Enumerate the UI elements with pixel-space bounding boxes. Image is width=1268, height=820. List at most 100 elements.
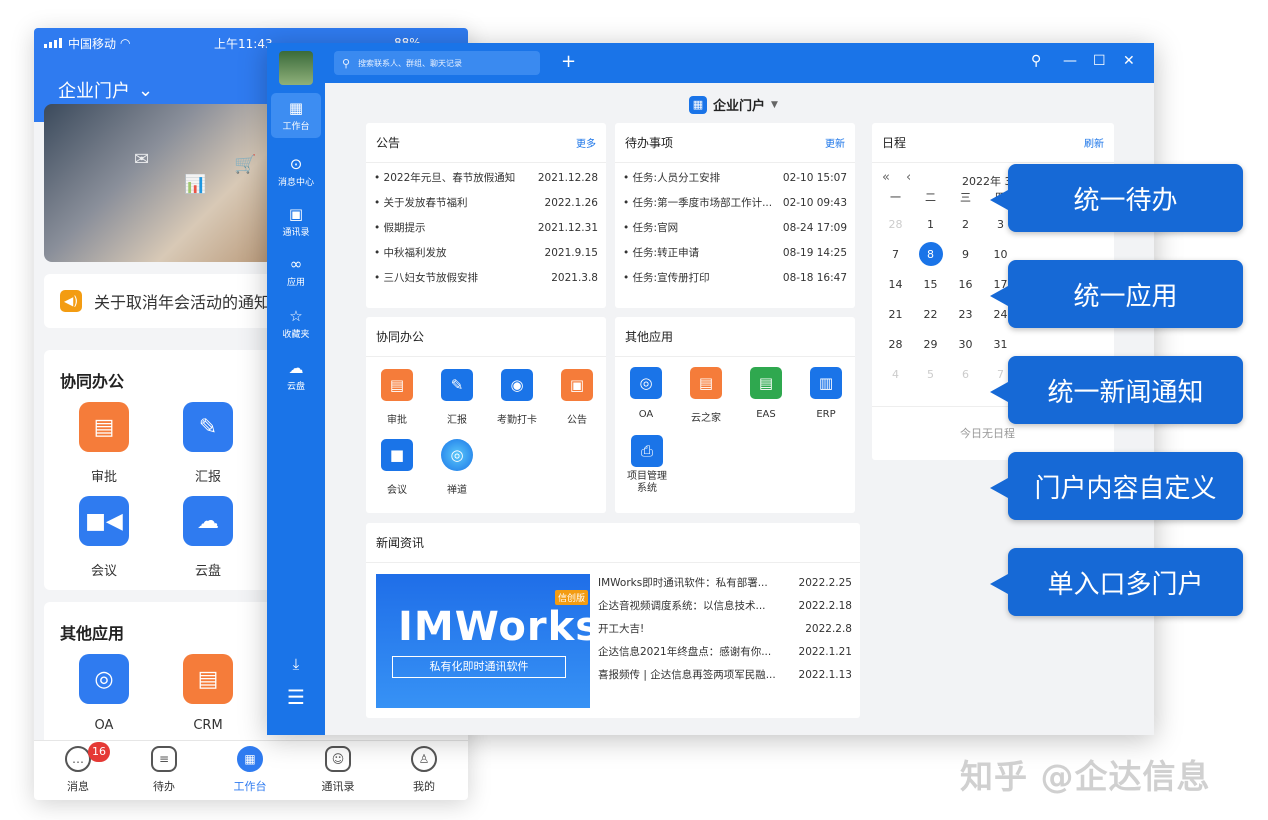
close-button[interactable]: ✕ — [1123, 53, 1135, 69]
banner-image[interactable]: 📊 ✉ 🛒 — [44, 104, 274, 262]
calendar-day[interactable]: 29 — [913, 338, 948, 351]
sidebar-item-favorites[interactable]: ☆ 收藏夹 — [271, 307, 321, 340]
add-button[interactable]: + — [561, 51, 576, 72]
update-link[interactable]: 更新 — [825, 135, 845, 150]
todo-item[interactable]: • 任务:人员分工安排 02-10 15:07 — [615, 165, 855, 190]
announcement-item[interactable]: • 三八妇女节放假安排 2021.3.8 — [366, 265, 606, 290]
calendar-day[interactable]: 2 — [948, 218, 983, 231]
calendar-day[interactable]: 28 — [878, 338, 913, 351]
calendar-day[interactable]: 14 — [878, 278, 913, 291]
clock: 上午11:43 — [214, 36, 273, 51]
panel-title: 协同办公 — [376, 330, 425, 344]
news-item[interactable]: IMWorks即时通讯软件：私有部署... 2022.2.25 — [594, 571, 856, 594]
app-approval[interactable]: ▤ 审批 — [64, 402, 144, 485]
calendar-day[interactable]: 28 — [878, 218, 913, 231]
app-yunzhijia[interactable]: ▤ 云之家 — [677, 367, 735, 424]
sidebar-item-messages[interactable]: ⊙ 消息中心 — [271, 155, 321, 188]
prev-month-button[interactable]: ‹ — [906, 170, 911, 185]
sidebar-item-contacts[interactable]: ▣ 通讯录 — [271, 205, 321, 238]
zentao-icon: ◎ — [441, 439, 473, 471]
sidebar-item-apps[interactable]: ∞ 应用 — [271, 255, 321, 288]
tab-me[interactable]: ♙ 我的 — [384, 746, 464, 794]
app-announcement[interactable]: ▣ 公告 — [548, 369, 606, 426]
tab-messages[interactable]: … 16 消息 — [38, 742, 118, 794]
menu-icon[interactable]: ☰ — [271, 685, 321, 709]
announcement-item[interactable]: • 关于发放春节福利 2022.1.26 — [366, 190, 606, 215]
row-date: 08-18 16:47 — [782, 271, 847, 284]
calendar-day[interactable]: 16 — [948, 278, 983, 291]
app-cloud-disk[interactable]: ☁ 云盘 — [168, 496, 248, 579]
calendar-day[interactable]: 7 — [878, 248, 913, 261]
calendar-day[interactable]: 1 — [913, 218, 948, 231]
minimize-button[interactable]: — — [1063, 53, 1077, 69]
panel-title: 日程 — [882, 136, 907, 150]
app-report[interactable]: ✎ 汇报 — [168, 402, 248, 485]
row-date: 2022.2.18 — [798, 599, 852, 612]
calendar-day[interactable]: 21 — [878, 308, 913, 321]
app-report[interactable]: ✎ 汇报 — [428, 369, 486, 426]
app-eas[interactable]: ▤ EAS — [737, 367, 795, 420]
avatar[interactable] — [279, 51, 313, 85]
tab-workbench[interactable]: ▦ 工作台 — [210, 746, 290, 794]
calendar-day[interactable]: 8 — [918, 242, 943, 266]
apps-icon: ∞ — [289, 255, 303, 273]
news-item[interactable]: 企达音视频调度系统：以信息技术... 2022.2.18 — [594, 594, 856, 617]
calendar-day[interactable]: 6 — [948, 368, 983, 381]
app-erp[interactable]: ▥ ERP — [797, 367, 855, 420]
tab-todo[interactable]: ≡ 待办 — [124, 746, 204, 794]
news-item[interactable]: 开工大吉! 2022.2.8 — [594, 617, 856, 640]
row-date: 02-10 15:07 — [782, 171, 847, 184]
refresh-link[interactable]: 刷新 — [1084, 135, 1104, 150]
sidebar-item-cloud[interactable]: ☁ 云盘 — [271, 359, 321, 392]
contacts-icon: ☺ — [325, 746, 351, 772]
app-oa[interactable]: ◎ OA — [617, 367, 675, 420]
todo-item[interactable]: • 任务:转正申请 08-19 14:25 — [615, 240, 855, 265]
app-meeting[interactable]: ■◀ 会议 — [64, 496, 144, 579]
more-link[interactable]: 更多 — [576, 135, 596, 150]
announcement-item[interactable]: • 中秋福利发放 2021.9.15 — [366, 240, 606, 265]
download-icon[interactable]: ⤓ — [271, 655, 321, 673]
maximize-button[interactable]: ☐ — [1093, 53, 1106, 69]
todo-item[interactable]: • 任务:第一季度市场部工作计... 02-10 09:43 — [615, 190, 855, 215]
app-project-mgmt[interactable]: ⎙ 项目管理系统 — [617, 435, 677, 495]
calendar-day[interactable]: 5 — [913, 368, 948, 381]
row-date: 08-24 17:09 — [782, 221, 847, 234]
grid-icon: ▦ — [237, 746, 263, 772]
app-approval[interactable]: ▤ 审批 — [368, 369, 426, 426]
panel-title: 公告 — [376, 136, 401, 150]
app-meeting[interactable]: ■ 会议 — [368, 439, 426, 496]
calendar-day[interactable]: 9 — [948, 248, 983, 261]
row-text: • 任务:宣传册打印 — [623, 272, 710, 284]
erp-icon: ▥ — [810, 367, 842, 399]
calendar-day[interactable]: 22 — [913, 308, 948, 321]
pen-icon: ✎ — [441, 369, 473, 401]
notice-icon: ▣ — [561, 369, 593, 401]
sidebar-item-workbench[interactable]: ▦ 工作台 — [271, 93, 321, 138]
news-item[interactable]: 企达信息2021年终盘点：感谢有你... 2022.1.21 — [594, 640, 856, 663]
todo-item[interactable]: • 任务:官网 08-24 17:09 — [615, 215, 855, 240]
announcement-item[interactable]: • 2022年元旦、春节放假通知 2021.12.28 — [366, 165, 606, 190]
portal-switcher[interactable]: ▦ 企业门户 ▼ — [689, 95, 778, 114]
calendar-day[interactable]: 15 — [913, 278, 948, 291]
row-text: 开工大吉! — [598, 623, 645, 635]
prev-year-button[interactable]: « — [882, 170, 890, 185]
app-attendance[interactable]: ◉ 考勤打卡 — [488, 369, 546, 426]
announcement-item[interactable]: • 假期提示 2021.12.31 — [366, 215, 606, 240]
app-oa[interactable]: ◎ OA — [64, 654, 144, 733]
row-text: • 关于发放春节福利 — [374, 197, 468, 209]
search-input[interactable]: ⚲ 搜索联系人、群组、聊天记录 — [334, 51, 540, 75]
todo-item[interactable]: • 任务:宣传册打印 08-18 16:47 — [615, 265, 855, 290]
calendar-day[interactable]: 30 — [948, 338, 983, 351]
tab-contacts[interactable]: ☺ 通讯录 — [298, 746, 378, 794]
news-item[interactable]: 喜报频传 | 企达信息再签两项军民融... 2022.1.13 — [594, 663, 856, 686]
calendar-day[interactable]: 23 — [948, 308, 983, 321]
calendar-day[interactable]: 31 — [983, 338, 1018, 351]
pin-icon[interactable]: ⚲ — [1031, 53, 1041, 69]
news-banner[interactable]: 信创版 IMWorks 私有化即时通讯软件 — [376, 574, 590, 708]
calendar-day[interactable]: 4 — [878, 368, 913, 381]
calendar-day[interactable]: 10 — [983, 248, 1018, 261]
row-date: 2021.12.31 — [537, 221, 598, 234]
app-zentao[interactable]: ◎ 禅道 — [428, 439, 486, 496]
cart-icon: 🛒 — [234, 154, 257, 175]
app-crm[interactable]: ▤ CRM — [168, 654, 248, 733]
